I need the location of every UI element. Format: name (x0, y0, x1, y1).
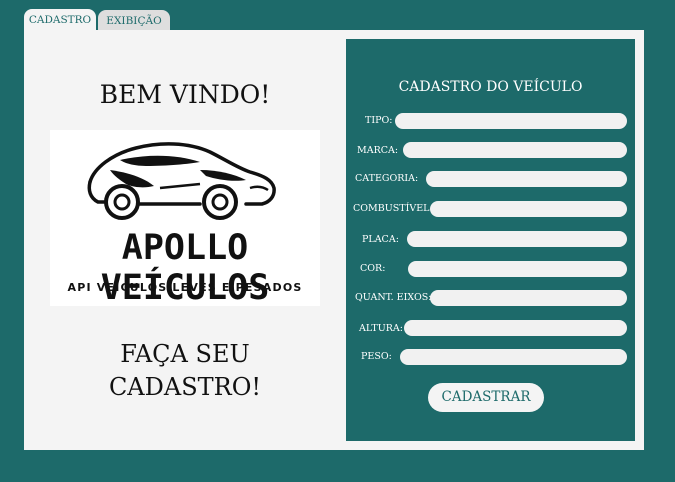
quant-eixos-input[interactable] (430, 290, 627, 306)
cadastrar-button[interactable]: CADASTRAR (428, 383, 544, 412)
tab-exibicao[interactable]: EXIBIÇÃO (98, 10, 170, 32)
brand-logo: APOLLO VEÍCULOS API VEÍCULOS LEVES E PES… (50, 130, 320, 308)
peso-input[interactable] (400, 349, 627, 365)
combustivel-input[interactable] (430, 201, 627, 217)
cta-line-2: CADASTRO! (108, 373, 262, 401)
tipo-input[interactable] (395, 113, 627, 129)
car-icon (87, 142, 276, 220)
label-peso: PESO: (361, 351, 392, 362)
altura-input[interactable] (404, 320, 627, 336)
label-cor: COR: (360, 263, 386, 274)
cta-line-1: FAÇA SEU (120, 340, 250, 368)
label-altura: ALTURA: (359, 323, 403, 334)
categoria-input[interactable] (426, 171, 627, 187)
tab-cadastro[interactable]: CADASTRO (24, 9, 96, 32)
logo-title: APOLLO VEÍCULOS (100, 228, 270, 308)
cor-input[interactable] (408, 261, 627, 277)
main-card: BEM VINDO! APOLLO VEÍCULOS API VEÍCULOS … (24, 30, 644, 450)
label-placa: PLACA: (362, 234, 399, 245)
welcome-panel: BEM VINDO! APOLLO VEÍCULOS API VEÍCULOS … (24, 30, 346, 450)
welcome-heading: BEM VINDO! (99, 80, 271, 109)
marca-input[interactable] (403, 142, 627, 158)
label-combustivel: COMBUSTÍVEL: (353, 203, 433, 214)
label-categoria: CATEGORIA: (355, 173, 419, 184)
cta-text: FAÇA SEU CADASTRO! (24, 338, 346, 404)
placa-input[interactable] (407, 231, 627, 247)
label-tipo: TIPO: (365, 115, 393, 126)
logo-subtitle: API VEÍCULOS LEVES E PESADOS (67, 281, 303, 294)
vehicle-form: CADASTRO DO VEÍCULO TIPO: MARCA: CATEGOR… (346, 39, 635, 441)
form-title: CADASTRO DO VEÍCULO (398, 79, 583, 95)
label-quant-eixos: QUANT. EIXOS: (355, 292, 432, 303)
label-marca: MARCA: (357, 145, 399, 156)
